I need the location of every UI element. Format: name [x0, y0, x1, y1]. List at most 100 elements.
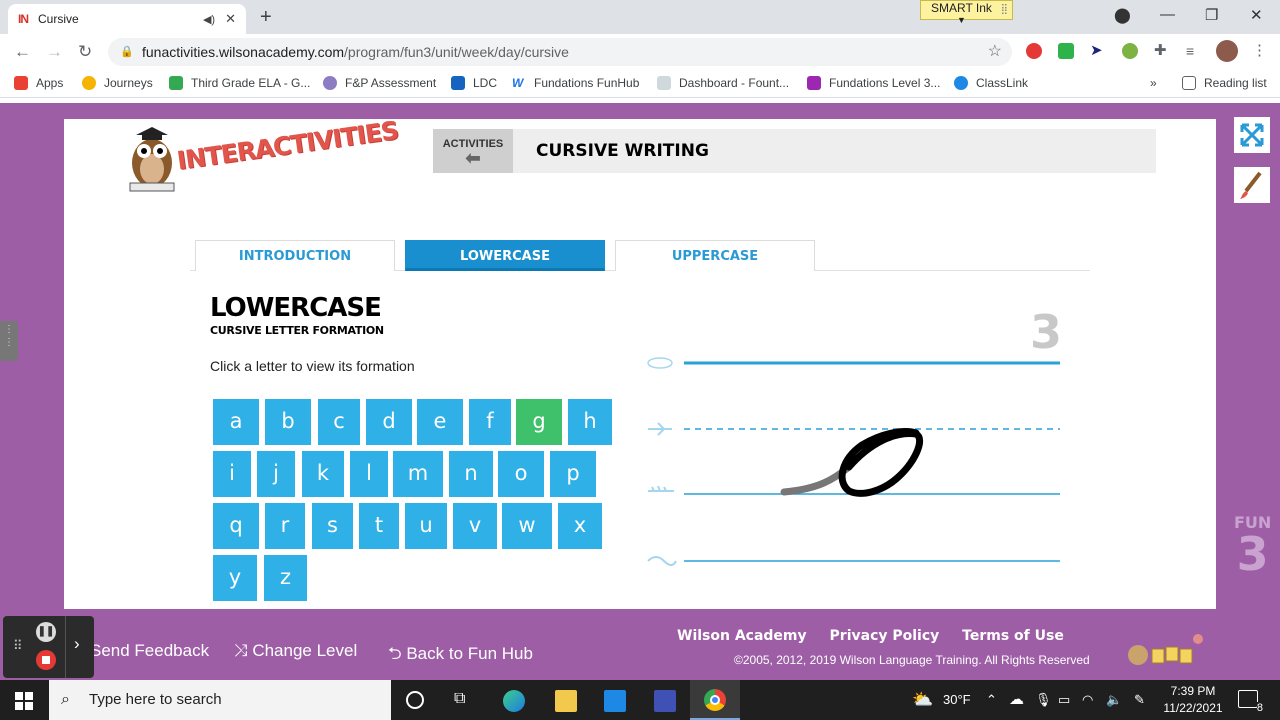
letter-key-b[interactable]: b: [265, 399, 311, 445]
tab-title: Cursive: [38, 12, 79, 26]
letter-key-d[interactable]: d: [366, 399, 412, 445]
expand-chevron-icon[interactable]: ›: [74, 634, 80, 654]
side-panel-handle[interactable]: ⋮ ⋮: [0, 321, 18, 361]
restore-icon[interactable]: ❐: [1205, 6, 1218, 24]
grip-icon[interactable]: ⣿: [1001, 3, 1008, 17]
notifications-icon[interactable]: 8: [1238, 690, 1263, 714]
letter-key-m[interactable]: m: [393, 451, 443, 497]
back-icon[interactable]: ←: [14, 42, 31, 62]
dropdown-arrow-icon[interactable]: ▼: [957, 13, 966, 27]
wifi-icon[interactable]: ◠: [1082, 680, 1093, 720]
terms-of-use-link[interactable]: Terms of Use: [962, 628, 1064, 644]
bookmark-fundations-level3[interactable]: Fundations Level 3...: [807, 76, 940, 90]
letter-key-w[interactable]: w: [502, 503, 552, 549]
extension-record-icon[interactable]: [1026, 43, 1042, 59]
extensions-puzzle-icon[interactable]: ✚: [1154, 43, 1170, 59]
back-to-fun-hub-link[interactable]: ⮌ Back to Fun Hub: [388, 641, 533, 670]
battery-icon[interactable]: ▭: [1058, 680, 1070, 720]
bookmark-fp-assessment[interactable]: F&P Assessment: [323, 76, 436, 90]
profile-menu-icon[interactable]: ⬤: [1114, 6, 1131, 24]
reading-list[interactable]: Reading list: [1182, 76, 1267, 90]
reload-icon[interactable]: ↻: [78, 42, 92, 62]
drag-handle-icon[interactable]: ⠿: [13, 638, 23, 654]
letter-key-h[interactable]: h: [568, 399, 612, 445]
system-clock[interactable]: 7:39 PM 11/22/2021: [1158, 683, 1228, 717]
letter-key-i[interactable]: i: [213, 451, 251, 497]
privacy-policy-link[interactable]: Privacy Policy: [830, 628, 940, 644]
onedrive-icon[interactable]: ☁: [1009, 680, 1024, 720]
chrome-taskbar-button[interactable]: [690, 680, 740, 720]
activities-button[interactable]: ACTIVITIES ⬅: [433, 129, 513, 173]
file-explorer-icon[interactable]: [555, 690, 577, 712]
stop-recording-icon[interactable]: [36, 650, 56, 670]
lock-icon[interactable]: 🔒: [120, 38, 134, 66]
windows-start-icon[interactable]: [15, 692, 33, 710]
bookmark-classlink[interactable]: ClassLink: [954, 76, 1028, 90]
url-bar[interactable]: 🔒 funactivities.wilsonacademy.com/progra…: [108, 38, 1012, 66]
letter-key-e[interactable]: e: [417, 399, 463, 445]
letter-key-x[interactable]: x: [558, 503, 602, 549]
brush-tool-button[interactable]: [1234, 167, 1270, 203]
letter-key-n[interactable]: n: [449, 451, 493, 497]
letter-key-r[interactable]: r: [265, 503, 305, 549]
tab-uppercase[interactable]: UPPERCASE: [615, 240, 815, 271]
tab-introduction[interactable]: INTRODUCTION: [195, 240, 395, 271]
close-tab-icon[interactable]: ✕: [225, 11, 236, 27]
pause-icon[interactable]: ❚❚: [36, 622, 56, 642]
edge-icon[interactable]: [503, 690, 525, 712]
letter-key-k[interactable]: k: [302, 451, 344, 497]
microphone-icon[interactable]: 🎙: [1035, 680, 1052, 720]
tab-lowercase[interactable]: LOWERCASE: [405, 240, 605, 271]
forward-icon[interactable]: →: [46, 42, 63, 62]
extension-circle-icon[interactable]: [1122, 43, 1138, 59]
letter-key-a[interactable]: a: [213, 399, 259, 445]
extension-green-icon[interactable]: [1058, 43, 1074, 59]
letter-key-p[interactable]: p: [550, 451, 596, 497]
letter-key-t[interactable]: t: [359, 503, 399, 549]
letter-key-q[interactable]: q: [213, 503, 259, 549]
speaker-icon[interactable]: ◀): [203, 13, 215, 26]
letter-key-v[interactable]: v: [453, 503, 497, 549]
wilson-academy-link[interactable]: Wilson Academy: [677, 628, 807, 644]
weather-icon[interactable]: ⛅: [912, 680, 933, 720]
send-feedback-link[interactable]: Send Feedback: [90, 641, 209, 661]
fullscreen-button[interactable]: [1234, 117, 1270, 153]
browser-tab[interactable]: IN Cursive ◀) ✕: [8, 4, 246, 34]
change-level-link[interactable]: ⤨ Change Level: [234, 641, 357, 661]
bookmark-star-icon[interactable]: ☆: [988, 38, 1002, 66]
letter-key-z[interactable]: z: [264, 555, 307, 601]
letter-key-u[interactable]: u: [405, 503, 447, 549]
bookmark-apps[interactable]: Apps: [14, 76, 63, 90]
letter-key-j[interactable]: j: [257, 451, 295, 497]
letter-key-c[interactable]: c: [318, 399, 360, 445]
letter-key-f[interactable]: f: [469, 399, 511, 445]
pen-icon[interactable]: ✎: [1134, 680, 1145, 720]
bookmark-journeys[interactable]: Journeys: [82, 76, 153, 90]
chrome-menu-icon[interactable]: ⋮: [1252, 43, 1268, 59]
task-view-icon[interactable]: ⧉: [454, 690, 476, 712]
bookmark-dashboard[interactable]: Dashboard - Fount...: [657, 76, 789, 90]
close-window-icon[interactable]: ✕: [1250, 6, 1263, 24]
mail-icon[interactable]: [604, 690, 626, 712]
bookmark-third-grade-ela[interactable]: Third Grade ELA - G...: [169, 76, 310, 90]
media-control-icon[interactable]: ≡: [1186, 43, 1202, 59]
tray-overflow-icon[interactable]: ⌃: [986, 680, 997, 720]
letter-key-g[interactable]: g: [516, 399, 562, 445]
store-icon[interactable]: [654, 690, 676, 712]
volume-icon[interactable]: 🔈: [1106, 680, 1122, 720]
bookmark-ldc[interactable]: LDC: [451, 76, 497, 90]
smart-ink-toolbar[interactable]: SMART Ink ▼ ⣿: [920, 0, 1013, 25]
taskbar-search-box[interactable]: ⌕ Type here to search: [49, 680, 391, 720]
bookmark-fundations-funhub[interactable]: W Fundations FunHub: [512, 76, 639, 90]
weather-temp[interactable]: 30°F: [943, 680, 971, 720]
minimize-icon[interactable]: —: [1160, 6, 1175, 23]
extension-cursor-icon[interactable]: ➤: [1090, 43, 1106, 59]
letter-key-s[interactable]: s: [312, 503, 353, 549]
letter-key-o[interactable]: o: [498, 451, 544, 497]
new-tab-button[interactable]: +: [260, 6, 272, 29]
letter-key-l[interactable]: l: [350, 451, 388, 497]
bookmarks-overflow[interactable]: »: [1150, 76, 1157, 90]
cortana-icon[interactable]: [406, 691, 424, 709]
letter-key-y[interactable]: y: [213, 555, 257, 601]
profile-avatar[interactable]: [1216, 40, 1238, 62]
